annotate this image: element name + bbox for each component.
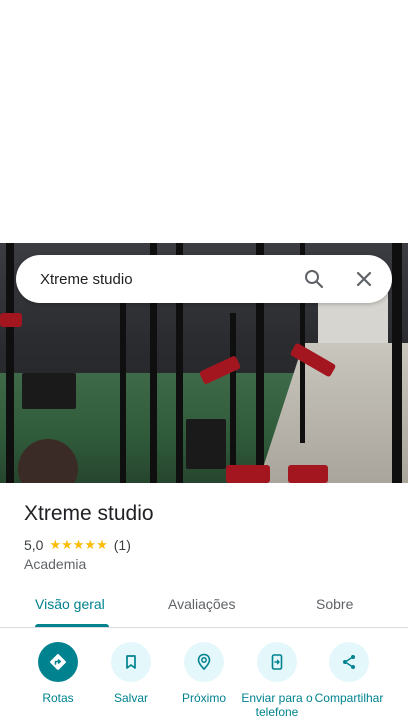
rating-value: 5,0 <box>24 537 44 553</box>
map-area-blank <box>0 0 408 243</box>
review-count: (1) <box>113 537 131 553</box>
tab-reviews[interactable]: Avaliações <box>168 596 235 612</box>
send-to-phone-label: Enviar para o telefone <box>241 691 313 719</box>
action-buttons: Rotas Salvar Próximo Enviar para o telef… <box>0 640 408 726</box>
nearby-icon <box>184 642 224 682</box>
save-button[interactable]: Salvar <box>91 642 171 705</box>
close-icon[interactable] <box>352 267 376 291</box>
share-icon <box>329 642 369 682</box>
photo-bench <box>0 313 22 327</box>
place-title: Xtreme studio <box>24 502 154 525</box>
rating-row[interactable]: 5,0 ★★★★★ (1) <box>24 536 131 554</box>
bookmark-icon <box>111 642 151 682</box>
directions-icon <box>38 642 78 682</box>
directions-label: Rotas <box>42 691 74 705</box>
send-to-phone-button[interactable]: Enviar para o telefone <box>237 642 317 719</box>
tab-overview[interactable]: Visão geral <box>35 596 105 612</box>
photo-rack <box>230 313 236 483</box>
search-query[interactable]: Xtreme studio <box>40 271 392 288</box>
nearby-button[interactable]: Próximo <box>164 642 244 705</box>
photo-rack <box>392 243 402 483</box>
star-rating-icon: ★★★★★ <box>49 537 108 553</box>
place-tabs: Visão geral Avaliações Sobre <box>0 588 408 628</box>
place-category[interactable]: Academia <box>24 556 86 572</box>
photo-rack <box>6 243 14 483</box>
tab-about[interactable]: Sobre <box>316 596 353 612</box>
nearby-label: Próximo <box>181 691 226 705</box>
share-label: Compartilhar <box>314 691 384 705</box>
search-bar[interactable]: Xtreme studio <box>16 255 392 303</box>
active-tab-indicator <box>35 624 109 627</box>
photo-equipment <box>22 373 76 409</box>
photo-rack <box>120 303 126 483</box>
directions-button[interactable]: Rotas <box>18 642 98 705</box>
photo-bench <box>288 465 328 483</box>
send-to-phone-icon <box>257 642 297 682</box>
photo-bench <box>226 465 270 483</box>
save-label: Salvar <box>113 691 148 705</box>
photo-equipment <box>186 419 226 469</box>
search-icon[interactable] <box>302 267 326 291</box>
share-button[interactable]: Compartilhar <box>309 642 389 705</box>
